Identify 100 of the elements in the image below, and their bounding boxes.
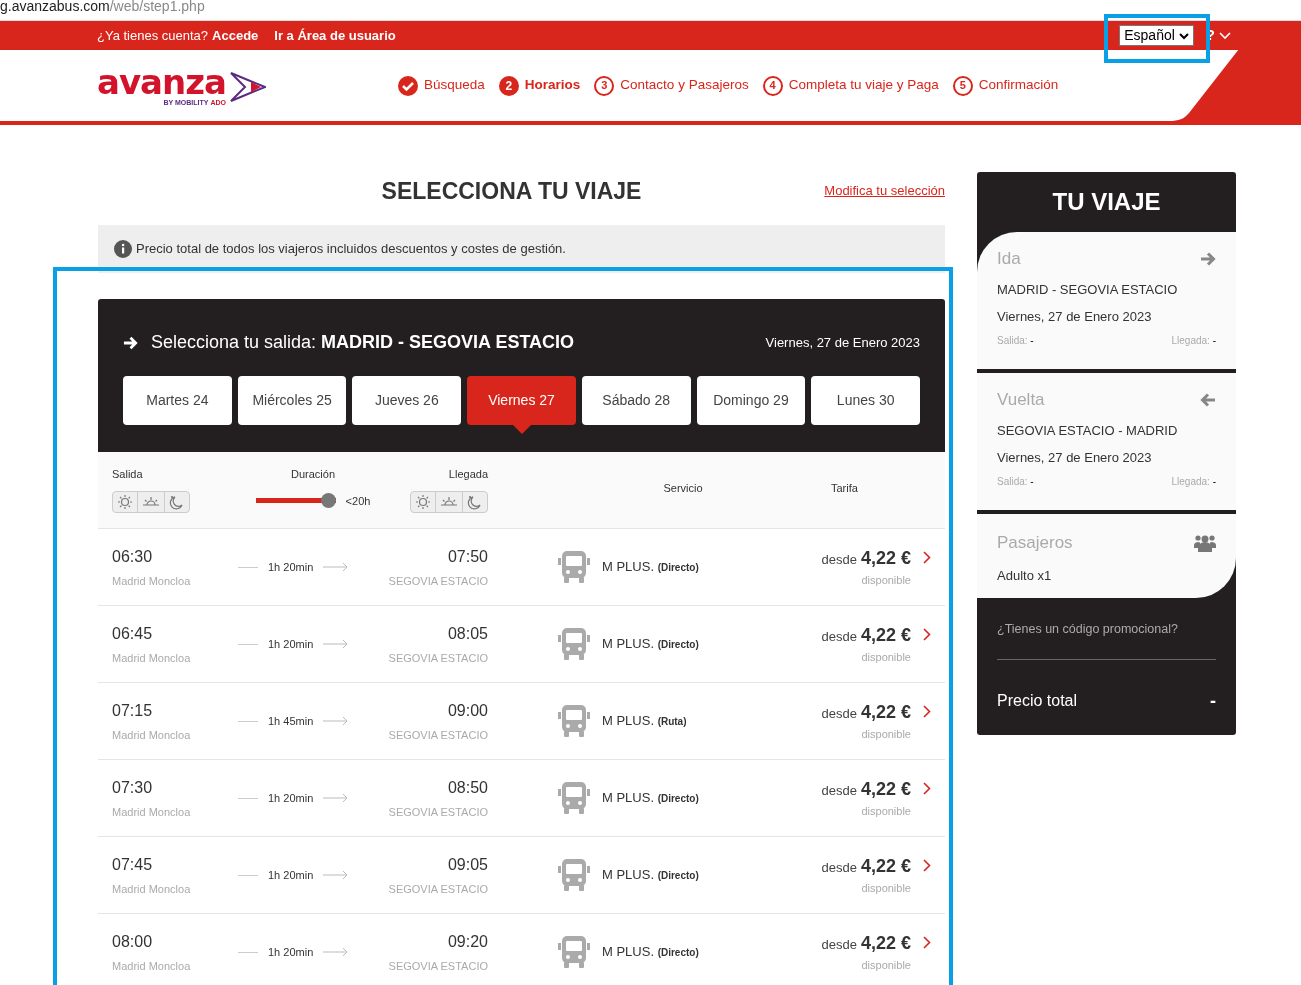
logo-wordmark: avanza [97, 64, 226, 99]
service-name: M PLUS. (Directo) [602, 635, 699, 654]
departure-time: 06:45 [112, 623, 154, 644]
duration-limit: <20h [345, 493, 371, 509]
bus-icon [558, 704, 590, 738]
service-name: M PLUS. (Ruta) [602, 712, 687, 731]
promo-code-link[interactable]: ¿Tienes un código promocional? [997, 620, 1216, 660]
arrow-right-icon [323, 639, 350, 649]
logo-arrow-icon [230, 70, 266, 103]
day-tab[interactable]: Martes 24 [123, 376, 232, 425]
price-prefix: desde [821, 551, 857, 570]
chevron-right-icon[interactable] [923, 859, 931, 873]
duration-slider[interactable] [255, 493, 336, 509]
leg-date: Viernes, 27 de Enero 2023 [997, 449, 1153, 467]
trip-price: 4,22 € [860, 624, 911, 648]
departure-heading: Selecciona tu salida: MADRID - SEGOVIA ESTACIO [151, 331, 575, 354]
chevron-right-icon[interactable] [923, 628, 931, 642]
moon-icon [467, 493, 483, 510]
step-label: Búsqueda [424, 76, 485, 95]
departure-time: 07:45 [112, 854, 154, 875]
trip-price: 4,22 € [860, 701, 911, 725]
modify-selection-link[interactable]: Modifica tu selección [824, 181, 945, 201]
arrival-time: 08:05 [447, 623, 488, 644]
arrow-left-icon [1200, 392, 1216, 407]
step-label: Contacto y Pasajeros [620, 76, 749, 95]
day-tab[interactable]: Jueves 26 [352, 376, 462, 425]
destination-station: SEGOVIA ESTACIO [388, 881, 488, 897]
arrival-time: 07:50 [447, 546, 488, 567]
summary-title: TU VIAJE [1051, 187, 1162, 217]
trip-duration: 1h 20min [268, 790, 314, 806]
passengers-label: Pasajeros [997, 532, 1073, 554]
leg-departure: Salida: - [997, 474, 1034, 489]
chevron-right-icon[interactable] [923, 705, 931, 719]
price-prefix: desde [821, 936, 857, 955]
moon-icon [169, 493, 185, 510]
day-tab[interactable]: Lunes 30 [811, 376, 921, 425]
leg-arrival: Llegada: - [1171, 474, 1216, 489]
destination-station: SEGOVIA ESTACIO [388, 727, 488, 743]
day-tab[interactable]: Miércoles 25 [237, 376, 347, 425]
day-tab[interactable]: Sábado 28 [581, 376, 691, 425]
destination-station: SEGOVIA ESTACIO [388, 573, 488, 589]
destination-station: SEGOVIA ESTACIO [388, 958, 488, 974]
sun-icon [117, 493, 133, 510]
arrow-right-icon [123, 335, 138, 350]
login-link[interactable]: Accede [212, 25, 259, 46]
chevron-right-icon[interactable] [923, 782, 931, 796]
bus-icon [558, 781, 590, 815]
leg-route: SEGOVIA ESTACIO - MADRID [997, 421, 1179, 440]
destination-station: SEGOVIA ESTACIO [388, 804, 488, 820]
availability-label: disponible [861, 573, 911, 589]
chevron-right-icon[interactable] [923, 936, 931, 950]
step-label: Confirmación [978, 76, 1059, 95]
arrow-right-icon [323, 793, 350, 803]
fare-column-label: Tarifa [831, 482, 858, 494]
time-of-day-filter[interactable] [410, 490, 488, 513]
availability-label: disponible [861, 881, 911, 897]
service-name: M PLUS. (Directo) [602, 943, 699, 962]
arrow-right-icon [323, 562, 350, 572]
destination-station: SEGOVIA ESTACIO [388, 650, 488, 666]
origin-station: Madrid Moncloa [112, 727, 192, 743]
availability-label: disponible [861, 650, 911, 666]
trip-duration: 1h 45min [268, 713, 314, 729]
url-path: /web/step1.php [109, 0, 205, 12]
step-number: 4 [762, 75, 783, 96]
origin-station: Madrid Moncloa [112, 573, 192, 589]
language-select[interactable]: Español [1119, 25, 1194, 46]
price-prefix: desde [821, 705, 857, 724]
chevron-down-icon[interactable] [1219, 31, 1231, 40]
arrow-right-icon [1200, 251, 1216, 266]
arrow-right-icon [323, 716, 350, 726]
url-host: g.avanzabus.com [0, 0, 110, 12]
step-number: 2 [498, 75, 519, 96]
page-title: SELECCIONA TU VIAJE [381, 176, 642, 206]
availability-label: disponible [861, 958, 911, 974]
arrival-time: 08:50 [447, 777, 488, 798]
step-label: Completa tu viaje y Paga [788, 76, 939, 95]
tab-pointer-icon [512, 425, 531, 434]
chevron-right-icon[interactable] [923, 551, 931, 565]
passenger-count: Adulto x1 [997, 566, 1053, 585]
arrow-right-icon [323, 947, 350, 957]
price-prefix: desde [821, 628, 857, 647]
departure-time: 08:00 [112, 931, 154, 952]
service-column-label: Servicio [663, 481, 703, 496]
user-area-link[interactable]: Ir a Área de usuario [274, 25, 396, 46]
bus-icon [558, 935, 590, 969]
availability-label: disponible [861, 804, 911, 820]
departure-column-label: Salida [112, 468, 143, 480]
leg-date: Viernes, 27 de Enero 2023 [997, 308, 1153, 326]
origin-station: Madrid Moncloa [112, 650, 192, 666]
time-of-day-filter[interactable] [112, 490, 190, 513]
leg-label: Ida [997, 248, 1021, 270]
day-tab[interactable]: Domingo 29 [696, 376, 806, 425]
slider-thumb[interactable] [320, 493, 336, 509]
arrival-time: 09:20 [447, 931, 488, 952]
price-prefix: desde [821, 859, 857, 878]
leg-departure: Salida: - [997, 333, 1034, 348]
trip-price: 4,22 € [860, 855, 911, 879]
info-text: Precio total de todos los viajeros incluidos descuentos y costes de gestión. [136, 240, 566, 259]
service-name: M PLUS. (Directo) [602, 789, 699, 808]
step-number: 5 [952, 75, 973, 96]
